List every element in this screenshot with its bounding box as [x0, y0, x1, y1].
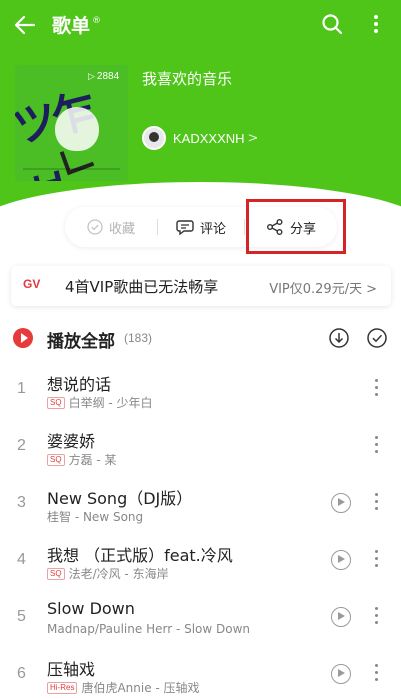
owner-name: KADXXXNH: [173, 130, 245, 146]
owner-avatar: [142, 126, 166, 150]
vip-logo-icon: GV: [23, 277, 41, 291]
comment-icon: [176, 220, 194, 235]
song-meta: SQ 方磊 - 某: [47, 451, 117, 468]
playlist-owner[interactable]: KADXXXNH >: [142, 126, 258, 150]
play-all-label[interactable]: 播放全部: [47, 327, 115, 352]
song-index: 6: [17, 665, 26, 682]
song-index: 1: [17, 380, 26, 397]
song-more-icon[interactable]: [372, 607, 380, 627]
vip-offer-text: VIP仅0.29元/天: [269, 282, 363, 297]
favorite-check-icon: [87, 219, 103, 235]
song-artist-album: Madnap/Pauline Herr - Slow Down: [47, 622, 251, 636]
play-all-icon[interactable]: [13, 328, 33, 348]
song-artist-album: 方磊 - 某: [68, 453, 117, 467]
quality-badge: SQ: [47, 396, 65, 409]
vip-message: 4首VIP歌曲已无法畅享: [65, 277, 219, 296]
song-meta: Hi-Res 唐伯虎Annie - 压轴戏: [47, 679, 200, 696]
play-count: 2884: [88, 71, 119, 82]
mv-play-icon[interactable]: [331, 550, 351, 570]
song-title: 我想 （正式版）feat.冷风: [47, 546, 233, 565]
top-bar: 歌单 ®: [0, 0, 401, 50]
comment-label: 评论: [199, 221, 226, 237]
comment-button[interactable]: 评论: [158, 207, 244, 247]
song-row[interactable]: 4 我想 （正式版）feat.冷风 SQ 法老/冷风 - 东海岸: [0, 531, 401, 588]
share-highlight-box: [246, 199, 346, 254]
quality-badge: SQ: [47, 453, 65, 466]
cover-heart-shape: [55, 107, 99, 151]
song-title: Slow Down: [47, 599, 135, 618]
song-title: 想说的话: [47, 375, 112, 394]
page-title: 歌单 ®: [52, 15, 102, 37]
song-count: (183): [124, 331, 153, 345]
song-title: 压轴戏: [47, 660, 96, 679]
song-meta: SQ 白举纲 - 少年白: [47, 394, 153, 411]
playlist-name: 我喜欢的音乐: [142, 70, 233, 88]
song-row[interactable]: 2 婆婆娇 SQ 方磊 - 某: [0, 417, 401, 474]
song-artist-album: 桂智 - New Song: [47, 510, 144, 524]
playlist-cover[interactable]: ツ乍ㅂ 2884: [15, 65, 128, 181]
quality-badge: Hi-Res: [47, 681, 78, 694]
vip-banner[interactable]: GV 4首VIP歌曲已无法畅享 VIP仅0.29元/天 >: [11, 266, 391, 306]
song-more-icon[interactable]: [372, 436, 380, 456]
play-all-bar: 播放全部 (183): [0, 320, 401, 356]
vip-offer[interactable]: VIP仅0.29元/天 >: [269, 278, 377, 297]
song-meta: Madnap/Pauline Herr - Slow Down: [47, 622, 250, 636]
song-meta: SQ 法老/冷风 - 东海岸: [47, 565, 169, 582]
song-artist-album: 法老/冷风 - 东海岸: [68, 567, 169, 581]
chevron-right-icon: >: [366, 282, 377, 297]
quality-badge: SQ: [47, 567, 65, 580]
song-index: 2: [17, 437, 26, 454]
song-row[interactable]: 5 Slow Down Madnap/Pauline Herr - Slow D…: [0, 588, 401, 645]
favorite-button[interactable]: 收藏: [65, 207, 157, 247]
song-title: New Song（DJ版）: [47, 489, 193, 508]
mv-play-icon[interactable]: [331, 607, 351, 627]
download-icon[interactable]: [328, 327, 350, 349]
song-more-icon[interactable]: [372, 550, 380, 570]
song-meta: 桂智 - New Song: [47, 508, 143, 525]
back-arrow-icon[interactable]: [12, 12, 38, 38]
song-more-icon[interactable]: [372, 379, 380, 399]
cover-decoration: [23, 168, 120, 170]
song-index: 5: [17, 608, 26, 625]
song-row[interactable]: 1 想说的话 SQ 白举纲 - 少年白: [0, 360, 401, 417]
favorite-label: 收藏: [108, 221, 135, 237]
song-artist-album: 唐伯虎Annie - 压轴戏: [81, 681, 200, 695]
song-row[interactable]: 6 压轴戏 Hi-Res 唐伯虎Annie - 压轴戏: [0, 645, 401, 700]
song-more-icon[interactable]: [372, 664, 380, 684]
more-options-icon[interactable]: [366, 12, 386, 36]
owner-chevron-icon: >: [247, 130, 259, 146]
song-more-icon[interactable]: [372, 493, 380, 513]
song-row[interactable]: 3 New Song（DJ版） 桂智 - New Song: [0, 474, 401, 531]
song-list: 1 想说的话 SQ 白举纲 - 少年白 2 婆婆娇 SQ 方磊 - 某 3 New …: [0, 360, 401, 700]
song-index: 3: [17, 494, 26, 511]
mv-play-icon[interactable]: [331, 664, 351, 684]
search-icon[interactable]: [320, 12, 344, 36]
song-index: 4: [17, 551, 26, 568]
song-artist-album: 白举纲 - 少年白: [68, 396, 153, 410]
mv-play-icon[interactable]: [331, 493, 351, 513]
song-title: 婆婆娇: [47, 432, 96, 451]
multi-select-icon[interactable]: [366, 327, 388, 349]
